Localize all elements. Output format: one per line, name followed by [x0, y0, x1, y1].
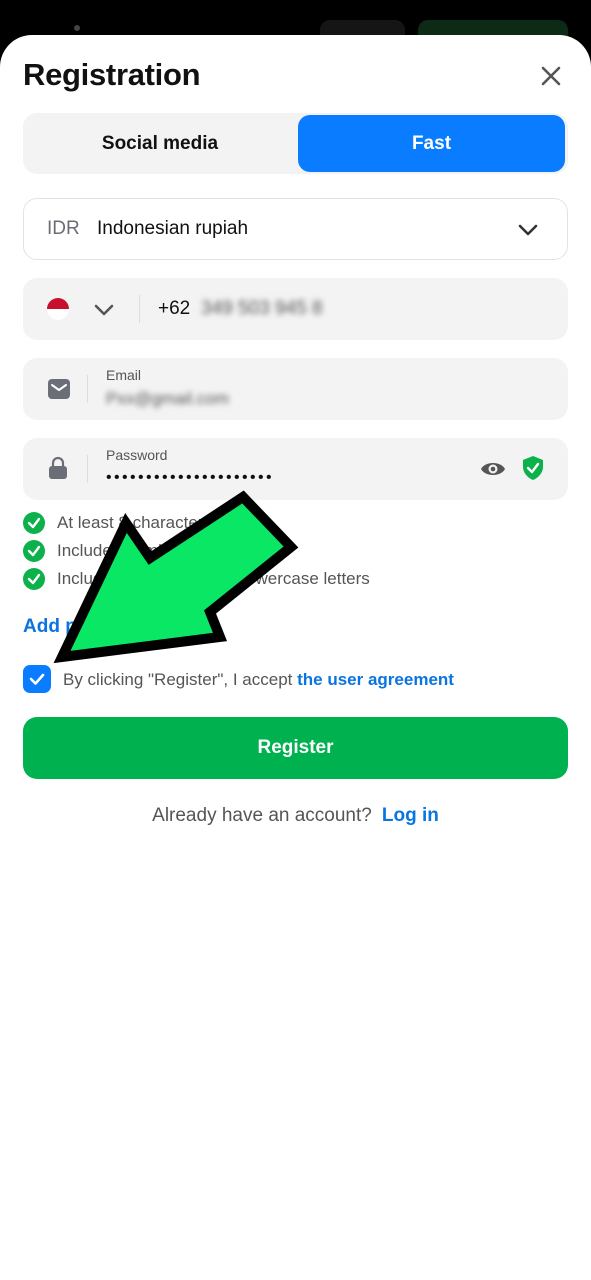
- check-circle-icon: [23, 512, 45, 534]
- camera-dot: [74, 25, 80, 31]
- register-button[interactable]: Register: [23, 717, 568, 779]
- close-button[interactable]: [536, 61, 566, 91]
- check-circle-icon: [23, 568, 45, 590]
- phone-field[interactable]: +62 349 503 945 8: [23, 278, 568, 340]
- requirement-item: Includes numbers: [23, 540, 191, 562]
- requirement-item: Includes uppercase and lowercase letters: [23, 568, 370, 590]
- divider: [87, 455, 88, 483]
- password-value: •••••••••••••••••••••: [106, 469, 275, 486]
- add-promo-link[interactable]: Add promo code: [23, 616, 174, 638]
- envelope-icon: [48, 379, 70, 399]
- requirement-item: At least 8 characters: [23, 512, 212, 534]
- currency-code: IDR: [47, 218, 80, 239]
- chevron-down-icon: [518, 224, 538, 236]
- phone-country-code: +62: [158, 298, 191, 319]
- agreement-prefix: By clicking "Register", I accept: [63, 670, 298, 689]
- password-label: Password: [106, 447, 168, 463]
- registration-sheet: Registration Social media Fast IDR Indon…: [0, 35, 591, 1280]
- phone-number-value: 349 503 945 8: [201, 298, 323, 319]
- login-question: Already have an account?: [152, 805, 372, 826]
- email-label: Email: [106, 367, 142, 383]
- email-value: Pxx@gmail.com: [106, 389, 230, 408]
- registration-tabs: Social media Fast: [23, 113, 568, 174]
- tab-social-media[interactable]: Social media: [25, 115, 295, 172]
- check-circle-icon: [23, 540, 45, 562]
- agreement-text: By clicking "Register", I accept the use…: [63, 670, 454, 690]
- login-prompt: Already have an account? Log in: [0, 805, 591, 827]
- currency-name: Indonesian rupiah: [97, 218, 249, 239]
- user-agreement-link[interactable]: the user agreement: [297, 670, 454, 689]
- requirement-text: Includes numbers: [57, 541, 192, 560]
- requirement-text: Includes uppercase and lowercase letters: [57, 569, 370, 588]
- tab-fast[interactable]: Fast: [298, 115, 565, 172]
- checkmark-icon: [29, 673, 45, 685]
- indonesia-flag-icon: [47, 298, 69, 320]
- divider: [87, 375, 88, 403]
- login-link[interactable]: Log in: [382, 805, 439, 826]
- shield-check-icon: [523, 456, 543, 480]
- requirement-text: At least 8 characters: [57, 513, 212, 532]
- email-field[interactable]: Email Pxx@gmail.com: [23, 358, 568, 420]
- currency-select[interactable]: IDR Indonesian rupiah: [23, 198, 568, 260]
- eye-icon[interactable]: [480, 458, 506, 480]
- chevron-down-icon[interactable]: [93, 299, 115, 321]
- agreement-checkbox[interactable]: [23, 665, 51, 693]
- lock-icon: [49, 456, 67, 479]
- divider: [139, 295, 140, 323]
- page-title: Registration: [23, 57, 201, 92]
- close-icon: [541, 66, 561, 86]
- password-field[interactable]: Password •••••••••••••••••••••: [23, 438, 568, 500]
